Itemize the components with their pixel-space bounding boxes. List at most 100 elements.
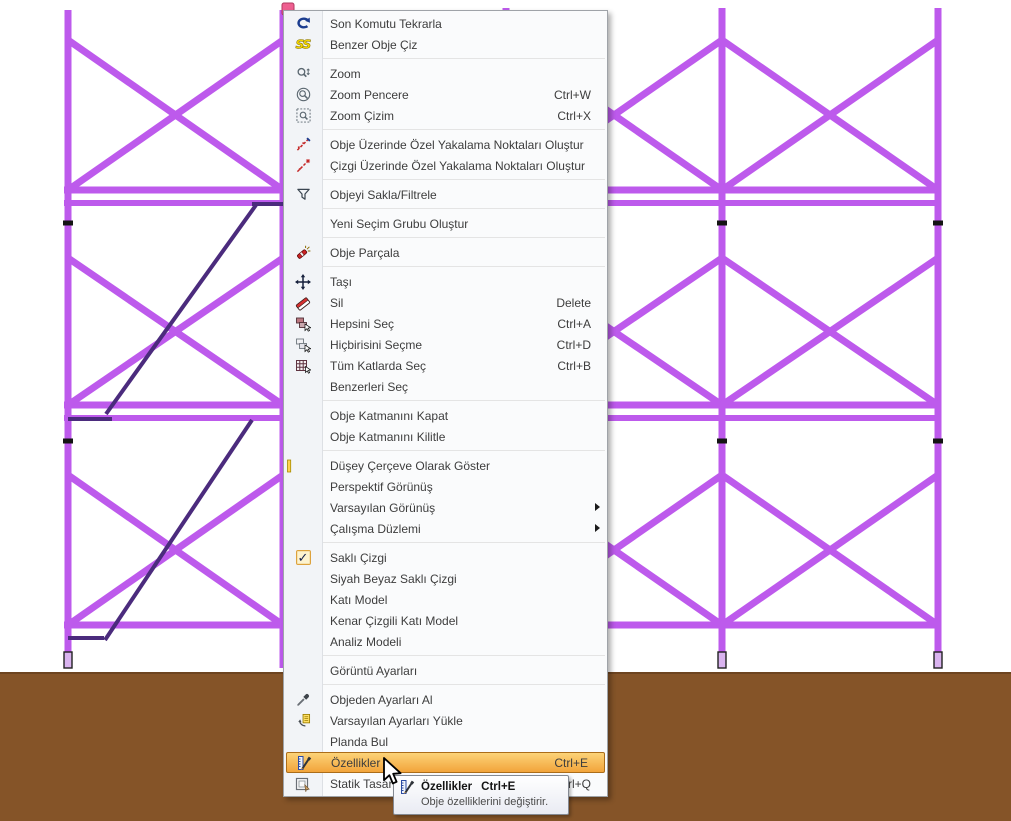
snap-object-icon [284, 134, 322, 155]
select-floors-icon [284, 355, 322, 376]
menu-item-label: Benzerleri Seç [330, 379, 409, 394]
snap-line-icon [284, 155, 322, 176]
menu-item-new-selection-group[interactable]: Yeni Seçim Grubu Oluştur [284, 213, 607, 234]
menu-item-solid-model-edges[interactable]: Kenar Çizgili Katı Model [284, 610, 607, 631]
menu-item-repeat-last-command[interactable]: Son Komutu Tekrarla [284, 13, 607, 34]
menu-item-get-settings-from-object[interactable]: Objeden Ayarları Al [284, 689, 607, 710]
menu-separator [314, 179, 605, 180]
menu-item-load-default-settings[interactable]: Varsayılan Ayarları Yükle [284, 710, 607, 731]
menu-item-label: Çalışma Düzlemi [330, 521, 421, 536]
menu-item-label: Planda Bul [330, 734, 389, 749]
menu-item-select-all-floors[interactable]: Tüm Katlarda Seç Ctrl+B [284, 355, 607, 376]
menu-item-label: Obje Üzerinde Özel Yakalama Noktaları Ol… [330, 137, 584, 152]
no-icon [284, 610, 322, 631]
menu-item-shortcut: Ctrl+W [554, 87, 591, 102]
menu-item-label: Düşey Çerçeve Olarak Göster [330, 458, 491, 473]
menu-item-label: Obje Parçala [330, 245, 400, 260]
menu-separator [314, 655, 605, 656]
no-icon [284, 660, 322, 681]
menu-item-shortcut: Ctrl+E [554, 755, 588, 770]
menu-item-move[interactable]: Taşı [284, 271, 607, 292]
menu-item-default-view[interactable]: Varsayılan Görünüş [284, 497, 607, 518]
menu-item-draw-similar-object[interactable]: S S Benzer Obje Çiz [284, 34, 607, 55]
tooltip: Özellikler Ctrl+E Obje özelliklerini değ… [393, 775, 569, 815]
load-defaults-icon [284, 710, 322, 731]
menu-item-hidden-line[interactable]: ✓ Saklı Çizgi [284, 547, 607, 568]
menu-item-label: Son Komutu Tekrarla [330, 16, 442, 31]
menu-item-bw-hidden-line[interactable]: Siyah Beyaz Saklı Çizgi [284, 568, 607, 589]
zoom-window-icon [284, 84, 322, 105]
menu-item-lock-object-layer[interactable]: Obje Katmanını Kilitle [284, 426, 607, 447]
menu-item-shortcut: Ctrl+X [557, 108, 591, 123]
zoom-drawing-icon [284, 105, 322, 126]
menu-item-label: Objeden Ayarları Al [330, 692, 433, 707]
properties-icon [287, 752, 323, 773]
menu-separator [314, 684, 605, 685]
menu-item-hide-filter-object[interactable]: Objeyi Sakla/Filtrele [284, 184, 607, 205]
submenu-arrow-icon [595, 524, 600, 532]
menu-item-label: Analiz Modeli [330, 634, 402, 649]
menu-item-label: Tüm Katlarda Seç [330, 358, 427, 373]
menu-item-label: Zoom Çizim [330, 108, 395, 123]
menu-separator [314, 129, 605, 130]
menu-item-shortcut: Ctrl+A [557, 316, 591, 331]
menu-item-work-plane[interactable]: Çalışma Düzlemi [284, 518, 607, 539]
no-icon [284, 476, 322, 497]
menu-separator [314, 266, 605, 267]
no-icon [284, 497, 322, 518]
checked-checkbox-icon: ✓ [284, 547, 322, 568]
filter-icon [284, 184, 322, 205]
menu-item-label: Görüntü Ayarları [330, 663, 418, 678]
menu-item-delete[interactable]: Sil Delete [284, 292, 607, 313]
menu-item-show-vertical-frame[interactable]: Düşey Çerçeve Olarak Göster [284, 455, 607, 476]
menu-item-solid-model[interactable]: Katı Model [284, 589, 607, 610]
menu-item-label: Katı Model [330, 592, 388, 607]
menu-item-label: Hiçbirisini Seçme [330, 337, 423, 352]
menu-item-properties[interactable]: Özellikler Ctrl+E [286, 752, 605, 773]
menu-item-zoom[interactable]: Zoom [284, 63, 607, 84]
menu-item-snap-points-on-line[interactable]: Çizgi Üzerinde Özel Yakalama Noktaları O… [284, 155, 607, 176]
submenu-arrow-icon [595, 503, 600, 511]
menu-item-zoom-window[interactable]: Zoom Pencere Ctrl+W [284, 84, 607, 105]
no-icon [284, 213, 322, 234]
context-menu: Son Komutu Tekrarla S S Benzer Obje Çiz Zoom… [283, 10, 608, 797]
menu-separator [314, 237, 605, 238]
menu-item-zoom-drawing[interactable]: Zoom Çizim Ctrl+X [284, 105, 607, 126]
select-all-icon [284, 313, 322, 334]
menu-item-label: Objeyi Sakla/Filtrele [330, 187, 437, 202]
left-scaffold[interactable] [63, 10, 290, 669]
menu-item-shortcut: Ctrl+B [557, 358, 591, 373]
menu-item-select-all[interactable]: Hepsini Seç Ctrl+A [284, 313, 607, 334]
menu-separator [314, 450, 605, 451]
menu-item-perspective-view[interactable]: Perspektif Görünüş [284, 476, 607, 497]
tooltip-shortcut: Ctrl+E [481, 781, 516, 793]
menu-item-label: Obje Katmanını Kapat [330, 408, 449, 423]
menu-item-display-settings[interactable]: Görüntü Ayarları [284, 660, 607, 681]
menu-item-snap-points-on-object[interactable]: Obje Üzerinde Özel Yakalama Noktaları Ol… [284, 134, 607, 155]
no-icon [284, 568, 322, 589]
menu-item-analysis-model[interactable]: Analiz Modeli [284, 631, 607, 652]
redo-icon [284, 13, 322, 34]
stair-lines[interactable] [68, 202, 284, 642]
no-icon [284, 589, 322, 610]
menu-item-label: Benzer Obje Çiz [330, 37, 418, 52]
menu-separator [314, 58, 605, 59]
erase-icon [284, 292, 322, 313]
no-icon [284, 405, 322, 426]
menu-item-select-similar[interactable]: Benzerleri Seç [284, 376, 607, 397]
select-none-icon [284, 334, 322, 355]
tooltip-title-row: Özellikler Ctrl+E [400, 779, 562, 795]
menu-item-close-object-layer[interactable]: Obje Katmanını Kapat [284, 405, 607, 426]
menu-item-label: Zoom [330, 66, 361, 81]
menu-item-label: Kenar Çizgili Katı Model [330, 613, 459, 628]
mouse-cursor-icon [383, 757, 402, 785]
menu-item-label: Zoom Pencere [330, 87, 409, 102]
eyedropper-icon [284, 689, 322, 710]
draw-similar-icon: SS [284, 34, 322, 55]
menu-item-explode-object[interactable]: Obje Parçala [284, 242, 607, 263]
menu-item-find-in-plan[interactable]: Planda Bul [284, 731, 607, 752]
menu-item-select-none[interactable]: Hiçbirisini Seçme Ctrl+D [284, 334, 607, 355]
no-icon [284, 376, 322, 397]
menu-item-label: Varsayılan Ayarları Yükle [330, 713, 463, 728]
menu-item-label: Saklı Çizgi [330, 550, 387, 565]
